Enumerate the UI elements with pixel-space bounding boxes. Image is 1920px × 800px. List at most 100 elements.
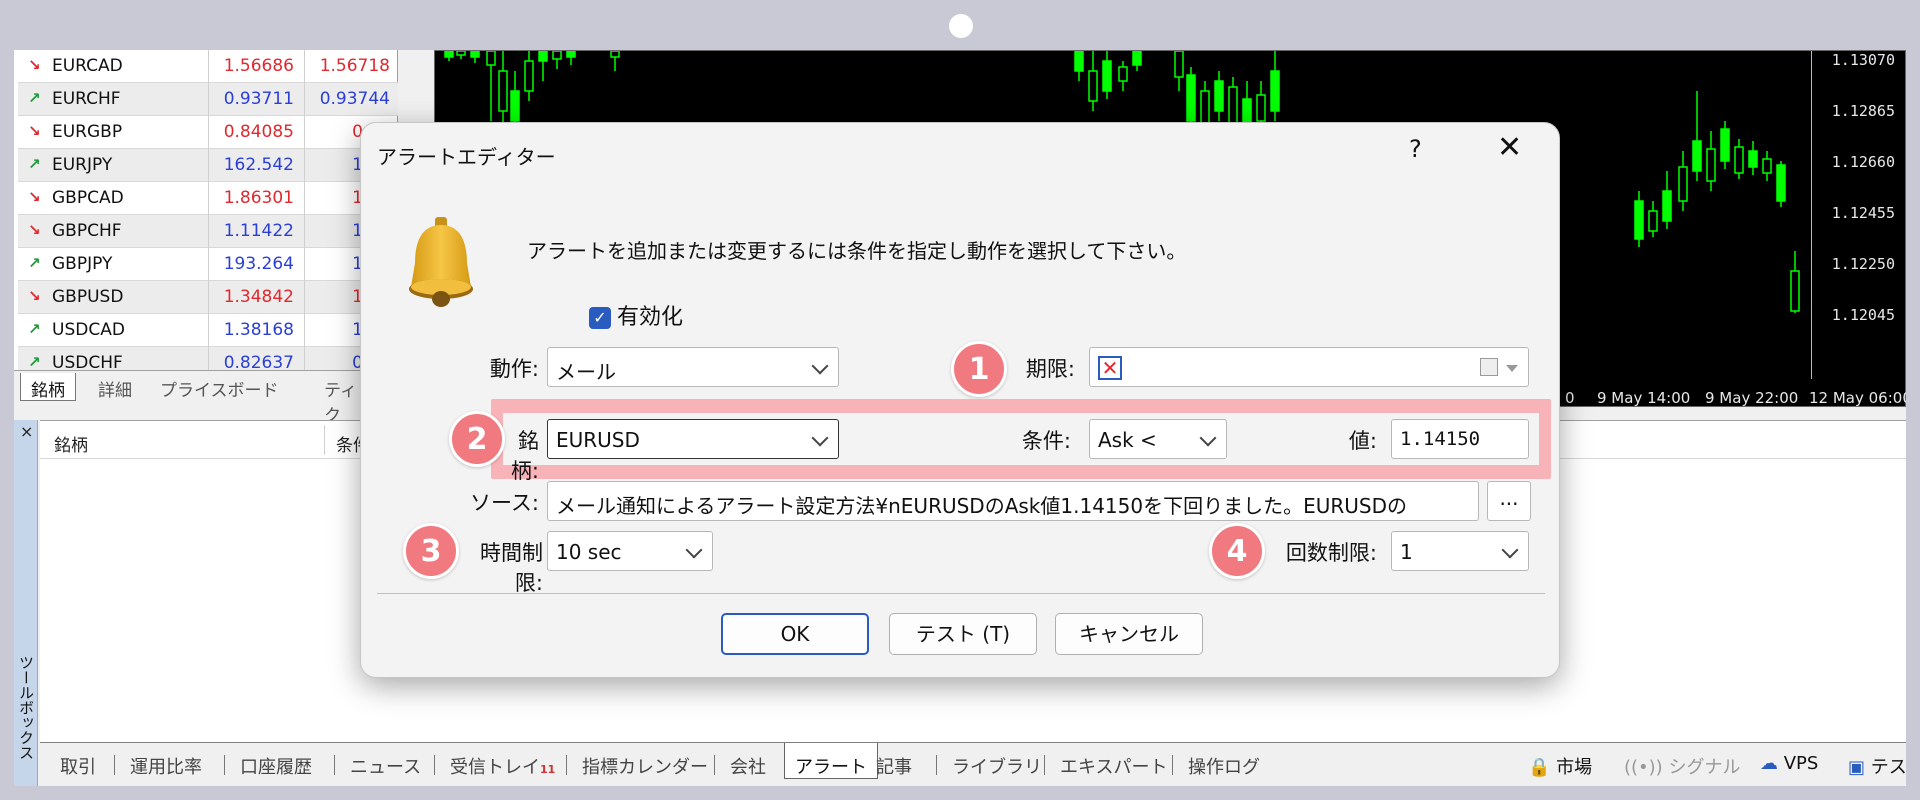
symbol-select[interactable]: EURUSD [547, 419, 839, 459]
price-tick: 1.12865 [1831, 102, 1895, 120]
candle-body [1270, 70, 1280, 112]
dialog-title: アラートエディター [377, 145, 556, 169]
calendar-icon[interactable] [1480, 358, 1498, 376]
source-input[interactable]: メール通知によるアラート設定方法¥nEURUSDのAsk値1.14150を下回り… [547, 481, 1479, 521]
bid-price: 0.84085 [223, 122, 294, 142]
device-frame: ↘ EURCAD 1.56686 1.56718 ↗ EURCHF 0.93711 0.937… [0, 0, 1920, 800]
candle-body [486, 51, 496, 66]
max-iterations-select[interactable]: 1 [1391, 531, 1529, 571]
candle-body [1256, 94, 1266, 122]
enabled-checkbox[interactable]: ✓ 有効化 [589, 299, 683, 331]
arrow-down-icon: ↘ [28, 56, 41, 74]
arrow-down-icon: ↘ [28, 188, 41, 206]
close-button[interactable]: ✕ [1497, 133, 1522, 163]
tab-history[interactable]: 口座履歴 [230, 749, 322, 779]
candle-body [538, 51, 548, 62]
camera-dot [949, 14, 973, 38]
candle-body [1762, 158, 1772, 174]
arrow-up-icon: ↗ [28, 353, 41, 371]
status-signal[interactable]: ((•)) シグナル [1624, 753, 1740, 779]
candle-body [1186, 74, 1196, 122]
value-input[interactable]: 1.14150 [1391, 419, 1529, 459]
timeout-select[interactable]: 10 sec [547, 531, 713, 571]
candle-body [1088, 70, 1098, 102]
market-watch: ↘ EURCAD 1.56686 1.56718 ↗ EURCHF 0.93711 0.937… [14, 50, 398, 380]
symbol-row[interactable]: ↗EURJPY162.542162. [18, 149, 398, 182]
candle-body [1648, 210, 1658, 232]
tab-articles[interactable]: 記事 [866, 749, 922, 779]
candle-body [1174, 51, 1184, 78]
symbol-row[interactable]: ↘GBPCAD1.863011.86 [18, 182, 398, 215]
tab-inbox[interactable]: 受信トレイ11 [440, 749, 565, 779]
symbol-name: EURCHF [52, 89, 121, 109]
browse-button[interactable]: ... [1487, 481, 1531, 521]
enabled-label: 有効化 [617, 305, 684, 330]
arrow-down-icon: ↘ [28, 221, 41, 239]
expiry-field[interactable]: ✕ [1089, 347, 1529, 387]
cancel-button[interactable]: キャンセル [1055, 613, 1203, 655]
symbol-row[interactable]: ↘EURGBP0.840850.84 [18, 116, 398, 149]
symbol-row[interactable]: ↘GBPUSD1.348421.34 [18, 281, 398, 314]
candle-body [1634, 200, 1644, 240]
time-tick: 0 [1565, 389, 1575, 407]
symbol-row[interactable]: ↘GBPCHF1.114221.11 [18, 215, 398, 248]
symbol-row[interactable]: ↗USDCAD1.381681.38 [18, 314, 398, 347]
price-tick: 1.12250 [1831, 255, 1895, 273]
alert-editor-dialog: アラートエディター ? ✕ アラートを追加または変更するには条件を指定し動作を選… [360, 122, 1560, 678]
tab-journal[interactable]: 操作ログ [1178, 749, 1270, 779]
column-symbol[interactable]: 銘柄 [54, 431, 88, 456]
candle-body [510, 90, 520, 122]
candle-body [1228, 86, 1238, 128]
condition-select[interactable]: Ask < [1089, 419, 1227, 459]
timeout-label: 時間制限: [480, 541, 543, 595]
tab-trade[interactable]: 取引 [50, 749, 106, 779]
price-axis: 1.13070 1.12865 1.12660 1.12455 1.12250 … [1811, 51, 1905, 379]
inbox-count-badge: 11 [540, 763, 556, 776]
symbol-name: USDCAD [52, 320, 125, 340]
source-label: ソース: [469, 491, 539, 515]
check-icon: ✓ [589, 307, 611, 329]
tab-experts[interactable]: エキスパート [1050, 749, 1177, 779]
tab-calendar[interactable]: 指標カレンダー [572, 749, 718, 779]
arrow-down-icon: ↘ [28, 287, 41, 305]
candle-body [1118, 66, 1128, 82]
action-select[interactable]: メール [547, 347, 839, 387]
tab-company[interactable]: 会社 [720, 749, 776, 779]
candle-body [1102, 60, 1112, 92]
status-market[interactable]: 🔒 市場 [1528, 753, 1592, 779]
symbol-row[interactable]: ↗ EURCHF 0.93711 0.93744 [18, 83, 398, 116]
price-tick: 1.12660 [1831, 153, 1895, 171]
symbol-name: GBPUSD [52, 287, 124, 307]
time-tick: 12 May 06:00 [1809, 389, 1906, 407]
marker-3: 3 [403, 523, 459, 579]
toolbox-label: ツールボックス [17, 655, 35, 760]
tab-symbols[interactable]: 銘柄 [20, 373, 76, 401]
signal-icon: ((•)) [1624, 757, 1663, 778]
symbol-row[interactable]: ↗GBPJPY193.264193. [18, 248, 398, 281]
tab-exposure[interactable]: 運用比率 [120, 749, 212, 779]
inbox-label: 受信トレイ [450, 757, 540, 778]
condition-label: 条件: [1021, 429, 1071, 453]
bell-icon [409, 217, 473, 307]
test-button[interactable]: テスト (T) [889, 613, 1037, 655]
tab-library[interactable]: ライブラリ [942, 749, 1052, 779]
ok-button[interactable]: OK [721, 613, 869, 655]
tab-details[interactable]: 詳細 [88, 373, 142, 401]
arrow-up-icon: ↗ [28, 320, 41, 338]
tab-news[interactable]: ニュース [340, 749, 431, 779]
toolbox-close-icon[interactable]: × [20, 422, 33, 441]
status-tester[interactable]: ▣ テスター [1848, 753, 1906, 779]
candle-body [1662, 190, 1672, 222]
bid-price: 1.11422 [223, 221, 294, 241]
expiry-unchecked-icon[interactable]: ✕ [1098, 356, 1122, 380]
cloud-icon: ☁ [1760, 753, 1778, 774]
status-vps[interactable]: ☁ VPS [1760, 753, 1818, 774]
chip-icon: ▣ [1848, 757, 1866, 778]
price-tick: 1.13070 [1831, 51, 1895, 69]
symbol-row[interactable]: ↘ EURCAD 1.56686 1.56718 [18, 50, 398, 83]
help-button[interactable]: ? [1409, 135, 1422, 163]
bid-price: 1.86301 [223, 188, 294, 208]
candle-body [470, 51, 480, 58]
tab-price-board[interactable]: プライスボード [150, 373, 289, 401]
tab-alerts[interactable]: アラート [784, 743, 878, 779]
